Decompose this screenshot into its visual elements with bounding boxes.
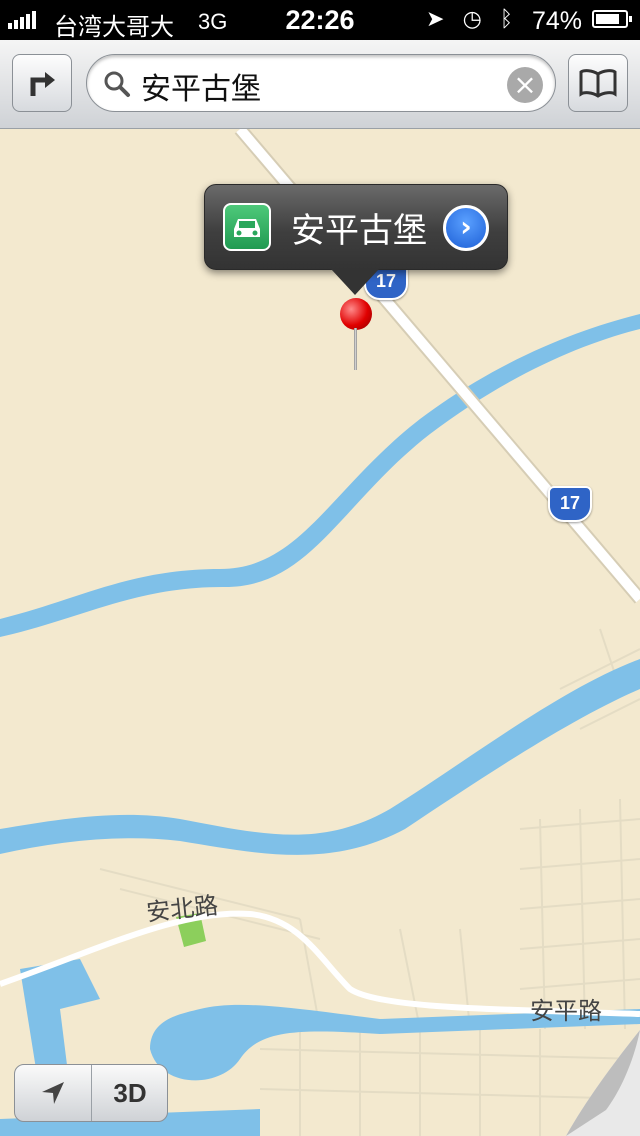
callout-title: 安平古堡: [291, 211, 427, 251]
page-curl-button[interactable]: [566, 1030, 640, 1136]
3d-toggle-button[interactable]: 3D: [93, 1065, 167, 1121]
clear-search-button[interactable]: ×: [507, 67, 543, 103]
place-callout[interactable]: 安平古堡 ›: [204, 184, 508, 295]
search-icon: [104, 71, 130, 97]
location-arrow-icon: ➤: [426, 6, 445, 31]
directions-button[interactable]: [12, 54, 72, 112]
current-location-button[interactable]: [15, 1065, 92, 1121]
detail-disclosure-button[interactable]: ›: [443, 205, 489, 251]
bookmarks-button[interactable]: [568, 54, 628, 112]
open-book-icon: [579, 69, 617, 98]
map-controls: 3D: [14, 1064, 168, 1122]
river: [0, 659, 640, 855]
search-input[interactable]: 安平古堡: [141, 64, 261, 108]
map-canvas[interactable]: [0, 129, 640, 1136]
alarm-clock-icon: ◷: [462, 6, 482, 31]
turn-arrow-icon: [30, 72, 55, 96]
bluetooth-icon: ᛒ: [499, 6, 514, 31]
location-arrow-icon: [42, 1082, 64, 1104]
car-icon[interactable]: [223, 203, 271, 251]
chevron-right-icon: ›: [460, 210, 472, 243]
close-icon: ×: [513, 68, 537, 101]
navigation-bar: 安平古堡 ×: [0, 40, 640, 129]
status-bar: 台湾大哥大 3G 22:26 ➤ ◷ ᛒ 74%: [0, 0, 640, 41]
map-view[interactable]: 安北路 安平路 17 17: [0, 129, 640, 1136]
map-pin-needle: [354, 328, 357, 370]
route-shield-17: 17: [548, 486, 592, 522]
battery-icon: [592, 10, 632, 28]
road-label-anping: 安平路: [530, 997, 602, 1025]
search-field[interactable]: 安平古堡 ×: [86, 54, 556, 112]
map-pin-icon[interactable]: [340, 298, 372, 330]
battery-percent: 74%: [532, 7, 583, 35]
road-label-anbei: 安北路: [144, 891, 220, 927]
